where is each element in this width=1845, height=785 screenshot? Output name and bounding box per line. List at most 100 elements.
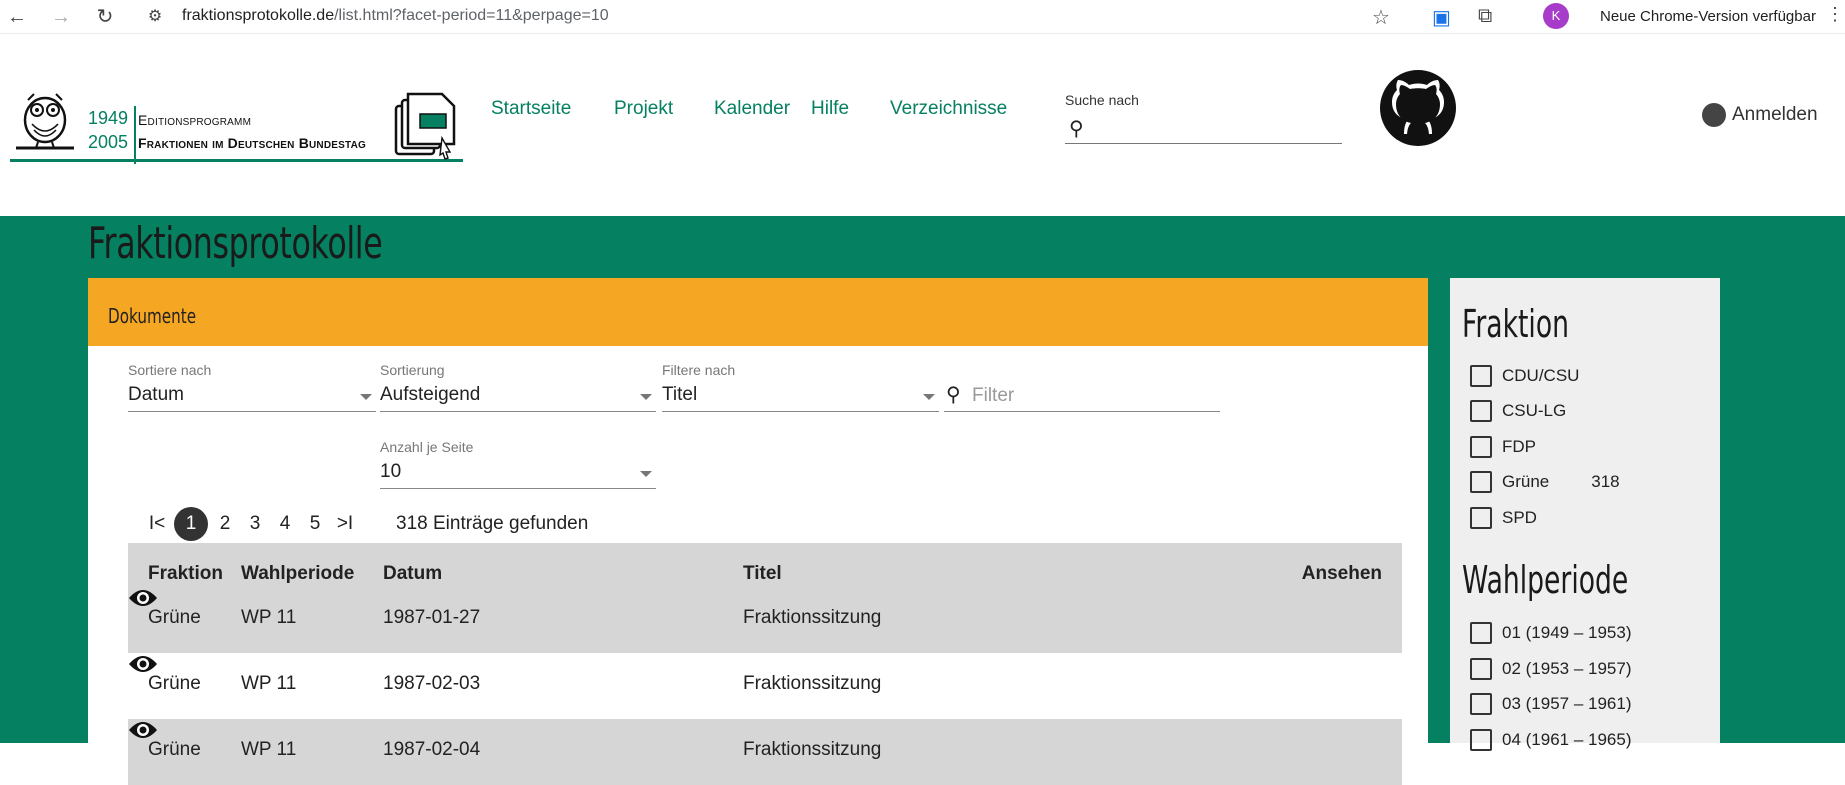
facet-checkbox[interactable]: 03 (1957 – 1961) [1462,687,1708,723]
filter-input[interactable]: ⚲ Filter [944,382,1220,412]
cell-titel: Fraktionssitzung [743,739,882,760]
address-bar[interactable]: fraktionsprotokolle.de/list.html?facet-p… [182,7,609,25]
filter-by-select[interactable]: Filtere nach Titel [662,362,939,412]
login-label: Anmelden [1732,104,1818,125]
page-1[interactable]: 1 [174,507,208,541]
back-icon[interactable]: ← [4,4,30,30]
owl-logo-icon [16,93,74,150]
logo-divider [134,106,136,164]
site-logo[interactable]: 1949 2005 Editionsprogramm Fraktionen im… [10,54,463,164]
facet-label: Grüne [1502,472,1550,492]
result-count: 318 Einträge gefunden [396,513,589,534]
facet-checkbox[interactable]: 02 (1953 – 1957) [1462,651,1708,687]
checkbox[interactable] [1470,728,1492,751]
extensions-puzzle-icon[interactable]: ⧉ [1478,5,1492,28]
dropdown-caret-icon [640,471,652,477]
cell-datum: 1987-02-04 [383,739,481,760]
github-icon[interactable] [1378,68,1458,148]
facet-checkbox[interactable]: Grüne 318 [1462,465,1708,501]
search-input[interactable]: ⚲ [1065,112,1342,144]
header-titel[interactable]: Titel [743,563,782,585]
last-page-icon[interactable]: >I [330,513,360,535]
per-page-select[interactable]: Anzahl je Seite 10 [380,439,656,489]
checkbox[interactable] [1470,364,1492,387]
table-row[interactable]: Grüne WP 11 1987-02-03 Fraktionssitzung [128,653,1402,719]
view-eye-icon[interactable] [128,587,158,609]
checkbox[interactable] [1470,435,1492,458]
search-label: Suche nach [1065,92,1139,108]
facet-label: 02 (1953 – 1957) [1502,658,1632,678]
cell-fraktion: Grüne [148,673,201,694]
facet-label: CDU/CSU [1502,365,1580,385]
logo-line2: Fraktionen im Deutschen Bundestag [138,135,366,151]
facet-label: SPD [1502,507,1537,527]
dropdown-caret-icon [640,394,652,400]
table-header: Fraktion Wahlperiode Datum Titel Ansehen [128,543,1402,587]
sort-by-select[interactable]: Sortiere nach Datum [128,362,376,412]
view-eye-icon[interactable] [128,653,158,675]
facet-checkbox[interactable]: CDU/CSU [1462,358,1708,394]
first-page-icon[interactable]: I< [142,513,172,535]
filter-by-value: Titel [662,384,698,405]
checkbox[interactable] [1470,622,1492,645]
facet-checkbox[interactable]: CSU-LG [1462,394,1708,430]
page-5[interactable]: 5 [300,513,330,535]
facet-checkbox[interactable]: SPD [1462,500,1708,536]
site-settings-icon[interactable]: ⚙ [142,4,168,30]
facet-label: CSU-LG [1502,401,1567,421]
profile-avatar[interactable]: K [1543,3,1569,29]
nav-verzeichnisse[interactable]: Verzeichnisse [890,98,1007,120]
cell-fraktion: Grüne [148,739,201,760]
extension-file-icon[interactable]: ▣ [1432,5,1451,30]
checkbox[interactable] [1470,506,1492,529]
reload-icon[interactable]: ↻ [92,4,118,30]
checkbox[interactable] [1470,471,1492,494]
nav-startseite[interactable]: Startseite [491,98,571,120]
view-eye-icon[interactable] [128,719,158,741]
page-2[interactable]: 2 [210,513,240,535]
checkbox[interactable] [1470,657,1492,680]
cell-titel: Fraktionssitzung [743,673,882,694]
table-row[interactable]: Grüne WP 11 1987-02-04 Fraktionssitzung [128,719,1402,785]
table-row[interactable]: Grüne WP 11 1987-01-27 Fraktionssitzung [128,587,1402,653]
facet-label: FDP [1502,436,1536,456]
page-title: Fraktionsprotokolle [88,218,383,269]
bookmark-star-icon[interactable]: ☆ [1372,5,1390,30]
panel-header: Dokumente [88,278,1428,346]
order-value: Aufsteigend [380,384,481,405]
logo-text: Editionsprogramm Fraktionen im Deutschen… [138,109,366,155]
nav-hilfe[interactable]: Hilfe [811,98,849,120]
facet-checkbox[interactable]: 01 (1949 – 1953) [1462,616,1708,652]
header-wahlperiode[interactable]: Wahlperiode [241,563,354,585]
pagination: I< 1 2 3 4 5 >I 318 Einträge gefunden [142,506,588,542]
facet-sidebar: Fraktion CDU/CSU CSU-LG FDP Grüne 318 SPD… [1450,278,1720,751]
cell-datum: 1987-02-03 [383,673,481,694]
facet-label: 01 (1949 – 1953) [1502,623,1632,643]
facet-checkbox[interactable]: 04 (1961 – 1965) [1462,722,1708,758]
cell-titel: Fraktionssitzung [743,607,882,628]
order-select[interactable]: Sortierung Aufsteigend [380,362,656,412]
nav-projekt[interactable]: Projekt [614,98,673,120]
cell-wahlperiode: WP 11 [241,739,297,760]
header-datum[interactable]: Datum [383,563,442,585]
page-3[interactable]: 3 [240,513,270,535]
filter-placeholder: Filter [972,385,1015,406]
per-page-label: Anzahl je Seite [380,439,474,455]
sort-by-label: Sortiere nach [128,362,212,378]
login-link[interactable]: Anmelden [1702,103,1818,127]
order-label: Sortierung [380,362,445,378]
page-4[interactable]: 4 [270,513,300,535]
nav-kalender[interactable]: Kalender [714,98,790,120]
logo-years: 1949 2005 [88,106,128,154]
checkbox[interactable] [1470,400,1492,423]
account-circle-icon [1702,103,1726,127]
cell-fraktion: Grüne [148,607,201,628]
checkbox[interactable] [1470,693,1492,716]
menu-dots-icon[interactable]: ⋮ [1826,4,1844,25]
update-notice[interactable]: Neue Chrome-Version verfügbar [1600,8,1816,25]
cell-wahlperiode: WP 11 [241,607,297,628]
header-fraktion[interactable]: Fraktion [148,563,223,585]
browser-toolbar: ← → ↻ ⚙ fraktionsprotokolle.de/list.html… [0,0,1845,34]
facet-checkbox[interactable]: FDP [1462,429,1708,465]
forward-icon[interactable]: → [48,4,74,30]
